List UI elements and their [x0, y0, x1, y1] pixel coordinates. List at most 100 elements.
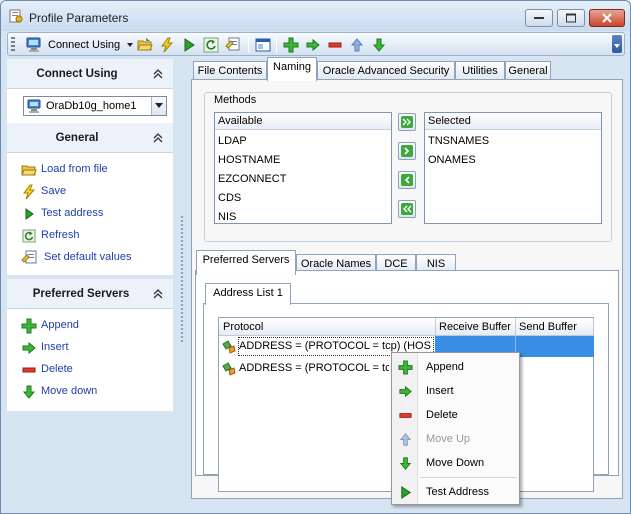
menu-item-move-down[interactable]: Move Down [392, 451, 519, 475]
list-item[interactable]: NIS [218, 211, 236, 223]
list-item[interactable]: EZCONNECT [218, 173, 286, 185]
sidebar-item-label: Save [41, 185, 67, 197]
plus-icon [21, 318, 37, 334]
move-all-left-button[interactable] [398, 200, 416, 218]
general-section-body: Load from file Save Test address Refresh… [7, 153, 173, 275]
tab-label: DCE [384, 258, 408, 270]
list-item[interactable]: LDAP [218, 135, 247, 147]
menu-item-test-address[interactable]: Test Address [392, 480, 519, 504]
title-bar[interactable]: Profile Parameters [1, 1, 630, 31]
arrow-down-icon [22, 385, 36, 399]
list-item[interactable]: CDS [218, 192, 241, 204]
tab-naming[interactable]: Naming [267, 57, 317, 81]
connect-using-combo[interactable]: OraDb10g_home1 [23, 96, 167, 116]
sidebar-splitter[interactable] [179, 216, 185, 346]
move-up-button[interactable] [348, 36, 366, 54]
refresh-icon [203, 37, 219, 53]
chevron-down-icon [155, 103, 163, 108]
tab-address-list-1[interactable]: Address List 1 [205, 283, 291, 305]
protocol-cell[interactable]: ADDRESS = (PROTOCOL = tc [239, 362, 389, 374]
computer-icon [27, 99, 41, 113]
toolbar-separator [248, 37, 249, 53]
test-address-button[interactable] [180, 36, 198, 54]
computer-icon [26, 37, 41, 52]
sidebar-item-label: Move down [41, 385, 98, 397]
sidebar-item-label: Test address [41, 207, 104, 219]
arrow-right-icon [22, 341, 36, 355]
save-button[interactable] [158, 36, 176, 54]
collapse-icon[interactable] [153, 69, 163, 79]
delete-button[interactable] [326, 36, 344, 54]
move-right-button[interactable] [398, 142, 416, 160]
menu-separator [420, 477, 517, 478]
toolbar-grip[interactable] [11, 37, 15, 52]
protocol-cell[interactable]: ADDRESS = (PROTOCOL = tcp) (HOS [239, 340, 435, 352]
context-menu: Append Insert Delete Move Up Move Down T… [391, 352, 520, 505]
tab-preferred-servers[interactable]: Preferred Servers [196, 250, 296, 275]
append-button[interactable] [282, 36, 300, 54]
tab-general[interactable]: General [505, 61, 551, 80]
refresh-icon [22, 229, 36, 243]
window-button[interactable] [254, 36, 272, 54]
menu-item-label: Append [426, 361, 464, 373]
arrow-down-icon [399, 457, 412, 470]
window-icon [255, 38, 271, 52]
maximize-button[interactable] [557, 9, 585, 27]
maximize-icon [566, 13, 576, 23]
collapse-icon[interactable] [153, 133, 163, 143]
collapse-icon[interactable] [153, 289, 163, 299]
move-left-button[interactable] [398, 171, 416, 189]
chevron-down-icon [127, 43, 133, 47]
protocol-icon [222, 340, 236, 354]
double-chevron-right-icon [401, 116, 413, 128]
column-send-buffer[interactable]: Send Buffer [519, 321, 577, 333]
column-protocol[interactable]: Protocol [223, 321, 263, 333]
play-icon [25, 208, 34, 220]
selected-list[interactable]: Selected TNSNAMES ONAMES [424, 112, 602, 224]
arrow-right-icon [399, 385, 412, 398]
menu-item-insert[interactable]: Insert [392, 379, 519, 403]
toolbar-overflow-button[interactable] [612, 35, 622, 53]
move-down-button[interactable] [370, 36, 388, 54]
load-from-file-button[interactable] [136, 36, 154, 54]
menu-item-move-up[interactable]: Move Up [392, 427, 519, 451]
list-item[interactable]: HOSTNAME [218, 154, 280, 166]
selected-list-header: Selected [425, 113, 601, 130]
connect-using-dropdown[interactable]: Connect Using [22, 35, 138, 55]
toolbar-separator [276, 37, 277, 53]
menu-item-label: Move Down [426, 457, 485, 469]
play-icon [184, 38, 195, 52]
minus-icon [399, 413, 412, 418]
refresh-button[interactable] [202, 36, 220, 54]
insert-button[interactable] [304, 36, 322, 54]
chevron-down-icon [614, 44, 620, 48]
close-icon [602, 13, 612, 23]
tab-file-contents[interactable]: File Contents [193, 61, 267, 80]
available-list[interactable]: Available LDAP HOSTNAME EZCONNECT CDS NI… [214, 112, 392, 224]
tab-label: Utilities [462, 65, 498, 77]
list-item[interactable]: ONAMES [428, 154, 476, 166]
column-receive-buffer[interactable]: Receive Buffer [439, 321, 511, 333]
move-all-right-button[interactable] [398, 113, 416, 131]
close-button[interactable] [589, 9, 625, 27]
list-item[interactable]: TNSNAMES [428, 135, 489, 147]
preferred-servers-section-header[interactable]: Preferred Servers [7, 279, 173, 309]
tab-utilities[interactable]: Utilities [455, 61, 505, 80]
menu-item-label: Move Up [426, 433, 471, 445]
chevron-right-icon [401, 145, 413, 157]
connect-using-value: OraDb10g_home1 [46, 100, 137, 112]
methods-label: Methods [212, 94, 259, 106]
play-icon [401, 485, 412, 500]
connect-using-section-header[interactable]: Connect Using [7, 59, 173, 89]
open-folder-icon [21, 165, 37, 176]
tab-label: File Contents [197, 65, 263, 77]
section-title: General [55, 132, 99, 144]
menu-item-append[interactable]: Append [392, 355, 519, 379]
menu-item-delete[interactable]: Delete [392, 403, 519, 427]
combo-dropdown-button[interactable] [151, 97, 166, 115]
minimize-button[interactable] [525, 9, 553, 27]
set-default-values-button[interactable] [224, 36, 242, 54]
general-section-header[interactable]: General [7, 123, 173, 153]
connect-using-section-body: OraDb10g_home1 [7, 89, 173, 123]
tab-oracle-advanced-security[interactable]: Oracle Advanced Security [317, 61, 455, 80]
